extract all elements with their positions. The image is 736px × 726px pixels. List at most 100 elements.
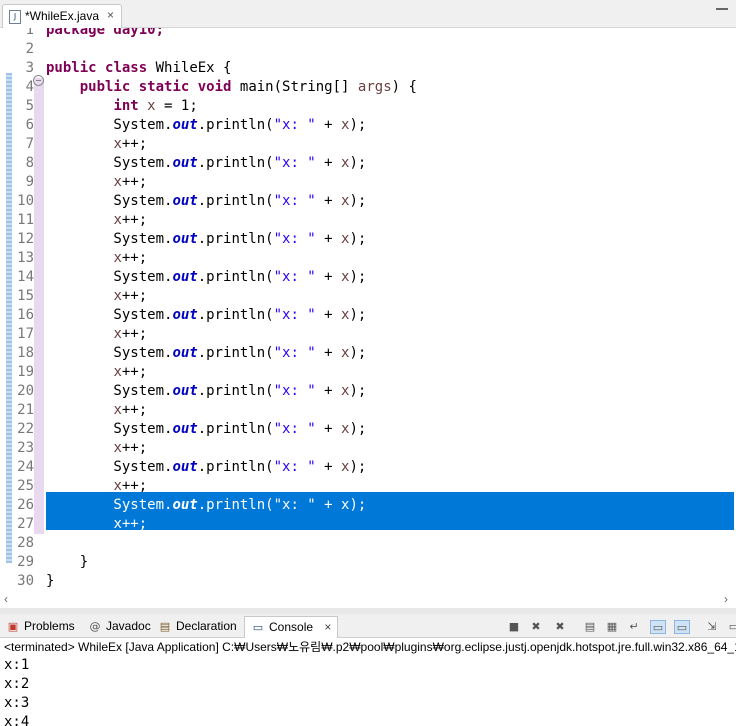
- code-line[interactable]: System.out.println("x: " + x);: [46, 344, 366, 363]
- code-token: +: [315, 231, 342, 247]
- line-number: 5: [25, 98, 34, 114]
- quick-diff-marker: [34, 287, 44, 306]
- code-line[interactable]: x++;: [46, 325, 147, 344]
- code-line[interactable]: System.out.println("x: " + x);: [46, 154, 366, 173]
- code-line[interactable]: System.out.println("x: " + x);: [46, 458, 366, 477]
- editor-tab-whileex[interactable]: J *WhileEx.java ×: [2, 4, 122, 28]
- code-token: );: [349, 231, 367, 247]
- code-line[interactable]: }: [46, 572, 54, 591]
- code-line[interactable]: x++;: [46, 249, 147, 268]
- code-token: .println(: [197, 307, 274, 323]
- code-token: x: [113, 364, 122, 380]
- code-token: ) {: [391, 79, 417, 95]
- quick-diff-marker: [34, 401, 44, 420]
- line-number: 13: [17, 250, 34, 266]
- tab-problems[interactable]: ▣ Problems: [6, 618, 75, 638]
- code-token: out: [172, 345, 198, 361]
- code-line[interactable]: }: [46, 553, 88, 572]
- code-token: ++;: [121, 250, 148, 266]
- word-wrap-icon[interactable]: ↵: [626, 620, 642, 634]
- minimize-icon[interactable]: [716, 4, 728, 14]
- quick-diff-marker: [34, 154, 44, 173]
- code-line[interactable]: public static void main(String[] args) {: [46, 78, 417, 97]
- code-token: out: [172, 117, 198, 133]
- close-icon[interactable]: ×: [107, 8, 114, 22]
- remove-all-launches-icon[interactable]: ✖: [552, 620, 568, 634]
- code-line[interactable]: System.out.println("x: " + x);: [46, 116, 366, 135]
- code-token: "x: ": [273, 307, 316, 323]
- editor-tab-bar: J *WhileEx.java ×: [0, 0, 736, 28]
- code-line[interactable]: x++;: [46, 401, 147, 420]
- code-token: );: [349, 383, 367, 399]
- scroll-lock-icon[interactable]: ▦: [604, 620, 620, 634]
- code-line[interactable]: x++;: [46, 515, 147, 534]
- code-token: static: [138, 79, 190, 95]
- code-line[interactable]: x++;: [46, 173, 147, 192]
- code-line[interactable]: x++;: [46, 439, 147, 458]
- code-line[interactable]: public class WhileEx {: [46, 59, 231, 78]
- show-console-on-error-icon[interactable]: ▭: [674, 620, 690, 634]
- code-token: System.: [46, 117, 173, 133]
- close-icon[interactable]: ×: [324, 620, 331, 634]
- code-line[interactable]: System.out.println("x: " + x);: [46, 306, 366, 325]
- line-number: 26: [17, 497, 34, 513]
- tab-console[interactable]: ▭ Console ×: [244, 616, 339, 638]
- tab-problems-label: Problems: [24, 619, 75, 633]
- code-token: System.: [46, 459, 173, 475]
- code-token: );: [349, 117, 367, 133]
- code-token: x: [113, 288, 122, 304]
- code-token: ++;: [121, 402, 148, 418]
- pin-console-icon[interactable]: ⇲: [704, 620, 720, 634]
- code-line[interactable]: System.out.println("x: " + x);: [46, 496, 366, 515]
- code-token: x: [113, 440, 122, 456]
- declaration-icon: ▤: [159, 620, 171, 633]
- tab-declaration[interactable]: ▤ Declaration: [158, 618, 237, 638]
- clear-console-icon[interactable]: ▤: [582, 620, 598, 634]
- code-line[interactable]: x++;: [46, 135, 147, 154]
- show-console-on-output-icon[interactable]: ▭: [650, 620, 666, 634]
- scroll-left-icon[interactable]: ‹: [4, 592, 8, 606]
- code-editor[interactable]: 1 2 3 4 5 6 7 8 9 10 11 12 13 14 15 16 17 18 19 20 21 22 23 24 2…: [0, 28, 736, 612]
- code-line[interactable]: System.out.println("x: " + x);: [46, 192, 366, 211]
- console-output-line: x:3: [4, 695, 30, 711]
- open-console-icon[interactable]: ▭: [726, 620, 736, 634]
- code-line[interactable]: x++;: [46, 287, 147, 306]
- remove-launch-icon[interactable]: ✖: [528, 620, 544, 634]
- code-token: x: [113, 174, 122, 190]
- code-token: x: [113, 478, 122, 494]
- quick-diff-marker: [34, 382, 44, 401]
- code-token: x: [113, 136, 122, 152]
- code-line[interactable]: System.out.println("x: " + x);: [46, 382, 366, 401]
- code-token: "x: ": [273, 421, 316, 437]
- code-line[interactable]: System.out.println("x: " + x);: [46, 268, 366, 287]
- code-token: +: [315, 155, 342, 171]
- code-line[interactable]: package day10;: [46, 28, 164, 40]
- line-number: 7: [25, 136, 34, 152]
- code-line[interactable]: x++;: [46, 211, 147, 230]
- line-number: 6: [25, 117, 34, 133]
- terminate-icon[interactable]: ■: [506, 620, 522, 634]
- line-number: 21: [17, 402, 34, 418]
- code-line[interactable]: x++;: [46, 477, 147, 496]
- scroll-right-icon[interactable]: ›: [724, 592, 728, 606]
- tab-javadoc[interactable]: @ Javadoc: [88, 618, 151, 638]
- code-token: "x: ": [273, 497, 316, 513]
- quick-diff-marker: [34, 420, 44, 439]
- quick-diff-marker: [34, 135, 44, 154]
- fold-collapse-icon[interactable]: −: [33, 75, 44, 86]
- code-line[interactable]: x++;: [46, 363, 147, 382]
- quick-diff-marker: [34, 515, 44, 534]
- code-token: .println(: [197, 193, 274, 209]
- code-line[interactable]: int x = 1;: [46, 97, 197, 116]
- code-line[interactable]: System.out.println("x: " + x);: [46, 420, 366, 439]
- code-line[interactable]: System.out.println("x: " + x);: [46, 230, 366, 249]
- quick-diff-marker: [34, 268, 44, 287]
- console-output[interactable]: x:1 x:2 x:3 x:4: [4, 656, 734, 726]
- horizontal-scrollbar[interactable]: ‹ ›: [0, 590, 736, 608]
